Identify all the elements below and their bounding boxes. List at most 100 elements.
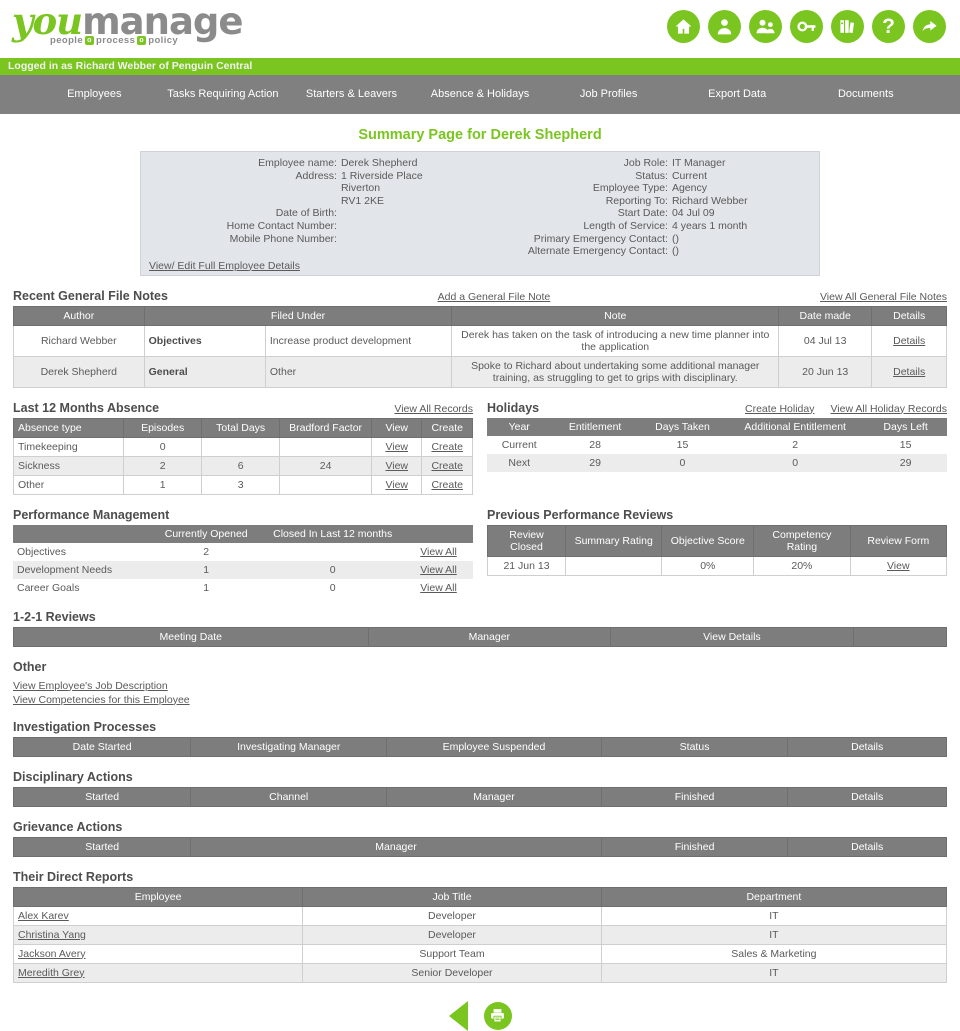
nav-item-absence-holidays[interactable]: Absence & Holidays xyxy=(416,75,545,114)
view-all-link[interactable]: View All xyxy=(420,582,457,594)
view-all-link[interactable]: View All xyxy=(420,546,457,558)
cell-total-days xyxy=(201,436,281,457)
view-job-description-link[interactable]: View Employee's Job Description xyxy=(13,679,947,693)
main-navigation: Employees Tasks Requiring Action Starter… xyxy=(0,75,960,114)
header-icon-bar: ? xyxy=(667,10,946,43)
summary-value xyxy=(341,207,480,220)
cell-objective-score: 0% xyxy=(661,555,755,576)
cell-closed-count: 0 xyxy=(329,581,336,594)
col-started: Started xyxy=(12,836,192,857)
col-bradford-factor: Bradford Factor xyxy=(279,417,372,438)
view-all-absence-records-link[interactable]: View All Records xyxy=(394,403,473,415)
view-all-general-file-notes-link[interactable]: View All General File Notes xyxy=(820,291,947,303)
summary-value: Richard Webber xyxy=(671,194,748,207)
other-links: View Employee's Job Description View Com… xyxy=(13,679,947,707)
cell-department: IT xyxy=(600,924,948,945)
col-date-made: Date made xyxy=(778,305,873,326)
details-link[interactable]: Details xyxy=(893,335,925,347)
view-review-form-link[interactable]: View xyxy=(887,560,910,572)
cell-job-title: Developer xyxy=(302,905,602,926)
view-edit-employee-details-link[interactable]: View/ Edit Full Employee Details xyxy=(149,260,811,272)
help-icon[interactable]: ? xyxy=(872,10,905,43)
other-section: Other View Employee's Job Description Vi… xyxy=(13,660,947,707)
one-to-one-reviews-section: 1-2-1 Reviews Meeting Date Manager View … xyxy=(13,609,948,647)
user-icon[interactable] xyxy=(708,10,741,43)
cell-perf-name: Objectives xyxy=(17,545,67,558)
table-header-row: Absence type Episodes Total Days Bradfor… xyxy=(12,417,473,438)
summary-value: IT Manager xyxy=(671,157,726,169)
col-started: Started xyxy=(12,786,192,807)
table-header-row: Employee Job Title Department xyxy=(12,886,948,907)
print-icon[interactable] xyxy=(483,1001,512,1030)
home-icon[interactable] xyxy=(667,10,700,43)
col-author: Author xyxy=(13,305,145,326)
cell-date: 04 Jul 13 xyxy=(778,324,873,357)
view-link[interactable]: View xyxy=(385,479,408,491)
col-year: Year xyxy=(487,417,552,436)
previous-reviews-table: Review Closed Summary Rating Objective S… xyxy=(486,524,948,576)
nav-item-export-data[interactable]: Export Data xyxy=(673,75,802,114)
nav-item-tasks-requiring-action[interactable]: Tasks Requiring Action xyxy=(159,75,288,114)
cell-job-title: Senior Developer xyxy=(302,962,602,983)
users-icon[interactable] xyxy=(749,10,782,43)
table-row: Timekeeping 0 View Create xyxy=(12,436,473,457)
employee-link[interactable]: Jackson Avery xyxy=(18,948,86,960)
file-notes-table: Author Filed Under Note Date made Detail… xyxy=(13,305,947,388)
employee-link[interactable]: Christina Yang xyxy=(18,929,86,941)
cell-department: Sales & Marketing xyxy=(600,943,948,964)
cell-review-closed: 21 Jun 13 xyxy=(486,555,567,576)
cell-category: General xyxy=(143,355,266,388)
view-all-link[interactable]: View All xyxy=(420,564,457,576)
view-link[interactable]: View xyxy=(385,460,408,472)
col-currently-opened: Currently Opened xyxy=(151,524,262,543)
create-holiday-link[interactable]: Create Holiday xyxy=(745,403,814,415)
cell-details: Details xyxy=(871,355,947,388)
create-link[interactable]: Create xyxy=(431,479,463,491)
file-notes-title: Recent General File Notes xyxy=(13,288,168,303)
details-link[interactable]: Details xyxy=(893,366,925,378)
holidays-title: Holidays xyxy=(487,400,540,415)
logged-in-bar: Logged in as Richard Webber of Penguin C… xyxy=(0,58,960,75)
table-header-row: Review Closed Summary Rating Objective S… xyxy=(486,524,948,557)
one-to-one-title: 1-2-1 Reviews xyxy=(13,609,96,624)
cell-absence-type: Timekeeping xyxy=(12,436,125,457)
cell-date: 20 Jun 13 xyxy=(778,355,873,388)
view-all-holiday-records-link[interactable]: View All Holiday Records xyxy=(830,403,947,415)
direct-reports-section: Their Direct Reports Employee Job Title … xyxy=(12,870,948,983)
reports-icon[interactable] xyxy=(831,10,864,43)
tagline-people: people xyxy=(50,35,84,46)
back-arrow-icon[interactable] xyxy=(448,1000,468,1031)
cell-author: Derek Shepherd xyxy=(13,355,145,388)
other-title: Other xyxy=(13,659,47,674)
nav-item-job-profiles[interactable]: Job Profiles xyxy=(544,75,673,114)
nav-item-employees[interactable]: Employees xyxy=(30,75,159,114)
col-review-closed: Review Closed xyxy=(486,524,567,557)
summary-left-column: Employee name: Derek Shepherd Address: 1 R… xyxy=(149,157,480,258)
cell-competency-rating: 20% xyxy=(753,555,851,576)
cell-episodes: 1 xyxy=(123,474,203,495)
share-icon[interactable] xyxy=(913,10,946,43)
key-icon[interactable] xyxy=(790,10,823,43)
summary-label: Home Contact Number: xyxy=(226,219,337,232)
view-link[interactable]: View xyxy=(385,441,408,453)
cell-bradford xyxy=(279,474,372,495)
add-general-file-note-link[interactable]: Add a General File Note xyxy=(438,291,551,303)
nav-item-documents[interactable]: Documents xyxy=(801,75,930,114)
create-link[interactable]: Create xyxy=(431,441,463,453)
absence-title: Last 12 Months Absence xyxy=(13,400,160,415)
employee-link[interactable]: Meredith Grey xyxy=(18,967,85,979)
app-header: youmanage people o process o policy ? xyxy=(0,0,960,58)
cell-bradford xyxy=(279,436,372,457)
create-link[interactable]: Create xyxy=(431,460,463,472)
performance-reviews-row: Performance Management Currently Opened … xyxy=(13,508,948,597)
col-investigating-manager: Investigating Manager xyxy=(190,736,388,757)
col-view: View xyxy=(370,417,423,438)
nav-item-starters-leavers[interactable]: Starters & Leavers xyxy=(287,75,416,114)
col-date-started: Date Started xyxy=(12,736,192,757)
employee-link[interactable]: Alex Karev xyxy=(18,910,69,922)
cell-open-count: 1 xyxy=(203,581,210,594)
table-row: Alex Karev Developer IT xyxy=(12,905,948,926)
view-competencies-link[interactable]: View Competencies for this Employee xyxy=(13,693,947,707)
col-meeting-date: Meeting Date xyxy=(13,626,369,647)
col-absence-type: Absence type xyxy=(12,417,125,438)
